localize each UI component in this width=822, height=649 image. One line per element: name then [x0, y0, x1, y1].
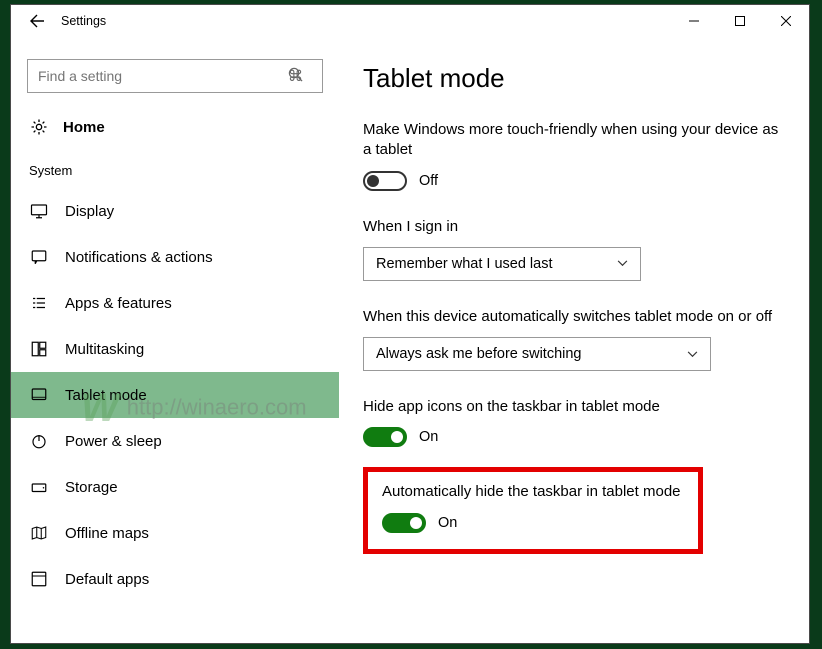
chevron-down-icon [617, 260, 628, 267]
sidebar-item-defaultapps[interactable]: Default apps [11, 556, 339, 602]
titlebar: Settings [11, 5, 809, 37]
monitor-icon [29, 201, 49, 221]
tablet-icon [29, 385, 49, 405]
sidebar-item-label: Power & sleep [65, 433, 162, 450]
sidebar-item-apps[interactable]: Apps & features [11, 280, 339, 326]
setting-label: When I sign in [363, 217, 785, 237]
minimize-button[interactable] [671, 5, 717, 37]
multitask-icon [29, 339, 49, 359]
toggle-value: On [438, 515, 457, 531]
dropdown-value: Always ask me before switching [376, 346, 582, 362]
touch-toggle[interactable] [363, 171, 407, 191]
setting-label: Hide app icons on the taskbar in tablet … [363, 397, 785, 417]
power-icon [29, 431, 49, 451]
toggle-value: On [419, 429, 438, 445]
minimize-icon [689, 16, 699, 26]
home-button[interactable]: Home [11, 111, 339, 151]
sidebar-item-label: Apps & features [65, 295, 172, 312]
sidebar-item-display[interactable]: Display [11, 188, 339, 234]
setting-switch: When this device automatically switches … [363, 307, 785, 371]
setting-hideicons: Hide app icons on the taskbar in tablet … [363, 397, 785, 447]
drive-icon [29, 477, 49, 497]
body: ⌘ Home System Display [11, 37, 809, 643]
sidebar-item-offlinemaps[interactable]: Offline maps [11, 510, 339, 556]
apps-icon [29, 569, 49, 589]
maximize-icon [735, 16, 745, 26]
sidebar-item-storage[interactable]: Storage [11, 464, 339, 510]
home-label: Home [63, 119, 105, 136]
chevron-down-icon [687, 351, 698, 358]
sidebar-item-power[interactable]: Power & sleep [11, 418, 339, 464]
maximize-button[interactable] [717, 5, 763, 37]
hideicons-toggle[interactable] [363, 427, 407, 447]
window-title: Settings [61, 14, 106, 28]
gear-icon [29, 117, 49, 137]
autohide-toggle[interactable] [382, 513, 426, 533]
search-wrap: ⌘ [27, 59, 323, 93]
back-arrow-icon [29, 13, 45, 29]
window-controls [671, 5, 809, 37]
signin-dropdown[interactable]: Remember what I used last [363, 247, 641, 281]
sidebar-item-label: Storage [65, 479, 118, 496]
setting-label: When this device automatically switches … [363, 307, 785, 327]
sidebar-item-multitasking[interactable]: Multitasking [11, 326, 339, 372]
sidebar-item-label: Notifications & actions [65, 249, 213, 266]
page-title: Tablet mode [363, 63, 785, 94]
sidebar-item-label: Offline maps [65, 525, 149, 542]
highlight-box: Automatically hide the taskbar in tablet… [363, 467, 703, 553]
setting-touch: Make Windows more touch-friendly when us… [363, 120, 785, 191]
sidebar-item-label: Multitasking [65, 341, 144, 358]
switch-dropdown[interactable]: Always ask me before switching [363, 337, 711, 371]
map-icon [29, 523, 49, 543]
sidebar-item-label: Display [65, 203, 114, 220]
setting-label: Automatically hide the taskbar in tablet… [382, 482, 684, 502]
content: Tablet mode Make Windows more touch-frie… [339, 37, 809, 643]
close-button[interactable] [763, 5, 809, 37]
sidebar-item-label: Default apps [65, 571, 149, 588]
list-icon [29, 293, 49, 313]
dropdown-value: Remember what I used last [376, 256, 553, 272]
message-icon [29, 247, 49, 267]
setting-signin: When I sign in Remember what I used last [363, 217, 785, 281]
close-icon [781, 16, 791, 26]
back-button[interactable] [19, 5, 55, 37]
toggle-value: Off [419, 173, 438, 189]
sidebar-item-tabletmode[interactable]: Tablet mode [11, 372, 339, 418]
setting-label: Make Windows more touch-friendly when us… [363, 120, 785, 161]
section-header: System [11, 151, 339, 188]
sidebar-item-notifications[interactable]: Notifications & actions [11, 234, 339, 280]
search-icon [288, 67, 303, 82]
settings-window: Settings ⌘ [10, 4, 810, 644]
search-input[interactable] [27, 59, 323, 93]
sidebar: ⌘ Home System Display [11, 37, 339, 643]
nav-list: Display Notifications & actions Apps & f… [11, 188, 339, 602]
sidebar-item-label: Tablet mode [65, 387, 147, 404]
